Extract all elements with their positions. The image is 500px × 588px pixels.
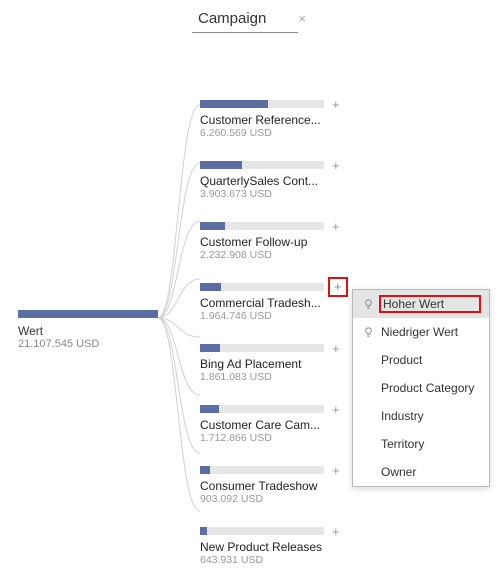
page-title: Campaign [198, 10, 266, 27]
menu-item[interactable]: Niedriger Wert [353, 318, 489, 346]
menu-item[interactable]: Industry [353, 402, 489, 430]
header-underline [192, 32, 298, 33]
bar-track [200, 222, 324, 230]
expand-icon[interactable]: + [332, 97, 340, 112]
campaign-node[interactable]: +New Product Releases643.931 USD [200, 527, 350, 566]
campaign-node[interactable]: +Commercial Tradesh...1.964.746 USD [200, 283, 350, 322]
campaign-label: Consumer Tradeshow [200, 479, 340, 493]
campaign-node[interactable]: +Bing Ad Placement1.861.083 USD [200, 344, 350, 383]
campaign-node[interactable]: +QuarterlySales Cont...3.903.673 USD [200, 161, 350, 200]
lightbulb-icon [361, 325, 375, 339]
bar-track [200, 527, 324, 535]
bar-fill [200, 466, 210, 474]
bar-fill [200, 405, 219, 413]
close-icon[interactable]: × [298, 11, 306, 26]
campaign-label: Customer Reference... [200, 113, 340, 127]
root-label: Wert [18, 324, 158, 338]
campaign-value: 1.712.866 USD [200, 432, 350, 444]
root-bar [18, 310, 158, 318]
menu-item-label: Industry [381, 409, 479, 423]
campaign-label: Commercial Tradesh... [200, 296, 340, 310]
menu-item[interactable]: Territory [353, 430, 489, 458]
campaign-label: Customer Follow-up [200, 235, 340, 249]
campaign-nodes: +Customer Reference...6.260.569 USD+Quar… [200, 100, 350, 588]
campaign-value: 643.931 USD [200, 554, 350, 566]
menu-item[interactable]: Product Category [353, 374, 489, 402]
campaign-value: 1.861.083 USD [200, 371, 350, 383]
context-menu: Hoher Wert Niedriger Wert Product Product C… [352, 289, 490, 487]
menu-item-label: Product Category [381, 381, 479, 395]
campaign-node[interactable]: +Customer Reference...6.260.569 USD [200, 100, 350, 139]
campaign-label: Bing Ad Placement [200, 357, 340, 371]
bar-track [200, 161, 324, 169]
menu-item-label: Product [381, 353, 479, 367]
bar-fill [200, 283, 221, 291]
campaign-node[interactable]: +Consumer Tradeshow903.092 USD [200, 466, 350, 505]
bar-track [200, 100, 324, 108]
bar-track [200, 344, 324, 352]
bar-fill [200, 527, 207, 535]
campaign-label: Customer Care Cam... [200, 418, 340, 432]
campaign-node[interactable]: +Customer Care Cam...1.712.866 USD [200, 405, 350, 444]
tree-connector-lines [158, 100, 200, 560]
lightbulb-icon [361, 297, 375, 311]
bar-track [200, 405, 324, 413]
bar-fill [200, 100, 268, 108]
header: Campaign × [198, 10, 306, 27]
menu-item-label: Territory [381, 437, 479, 451]
campaign-node[interactable]: +Customer Follow-up2.232.908 USD [200, 222, 350, 261]
campaign-value: 903.092 USD [200, 493, 350, 505]
bar-fill [200, 222, 225, 230]
menu-item[interactable]: Product [353, 346, 489, 374]
menu-item-label: Niedriger Wert [381, 325, 479, 339]
campaign-value: 3.903.673 USD [200, 188, 350, 200]
tree-root[interactable]: Wert 21.107.545 USD [18, 310, 158, 350]
expand-icon[interactable]: + [332, 219, 340, 234]
menu-item[interactable]: Owner [353, 458, 489, 486]
expand-icon[interactable]: + [332, 402, 340, 417]
bar-track [200, 283, 324, 291]
campaign-value: 1.964.746 USD [200, 310, 350, 322]
campaign-label: New Product Releases [200, 540, 340, 554]
expand-icon[interactable]: + [332, 158, 340, 173]
menu-item[interactable]: Hoher Wert [353, 290, 489, 318]
bar-track [200, 466, 324, 474]
campaign-value: 6.260.569 USD [200, 127, 350, 139]
campaign-label: QuarterlySales Cont... [200, 174, 340, 188]
root-value: 21.107.545 USD [18, 338, 158, 350]
bar-fill [200, 161, 242, 169]
menu-item-label: Hoher Wert [381, 297, 479, 311]
expand-icon[interactable]: + [332, 341, 340, 356]
expand-icon[interactable]: + [328, 277, 348, 297]
expand-icon[interactable]: + [332, 524, 340, 539]
menu-item-label: Owner [381, 465, 479, 479]
bar-fill [200, 344, 220, 352]
expand-icon[interactable]: + [332, 463, 340, 478]
campaign-value: 2.232.908 USD [200, 249, 350, 261]
